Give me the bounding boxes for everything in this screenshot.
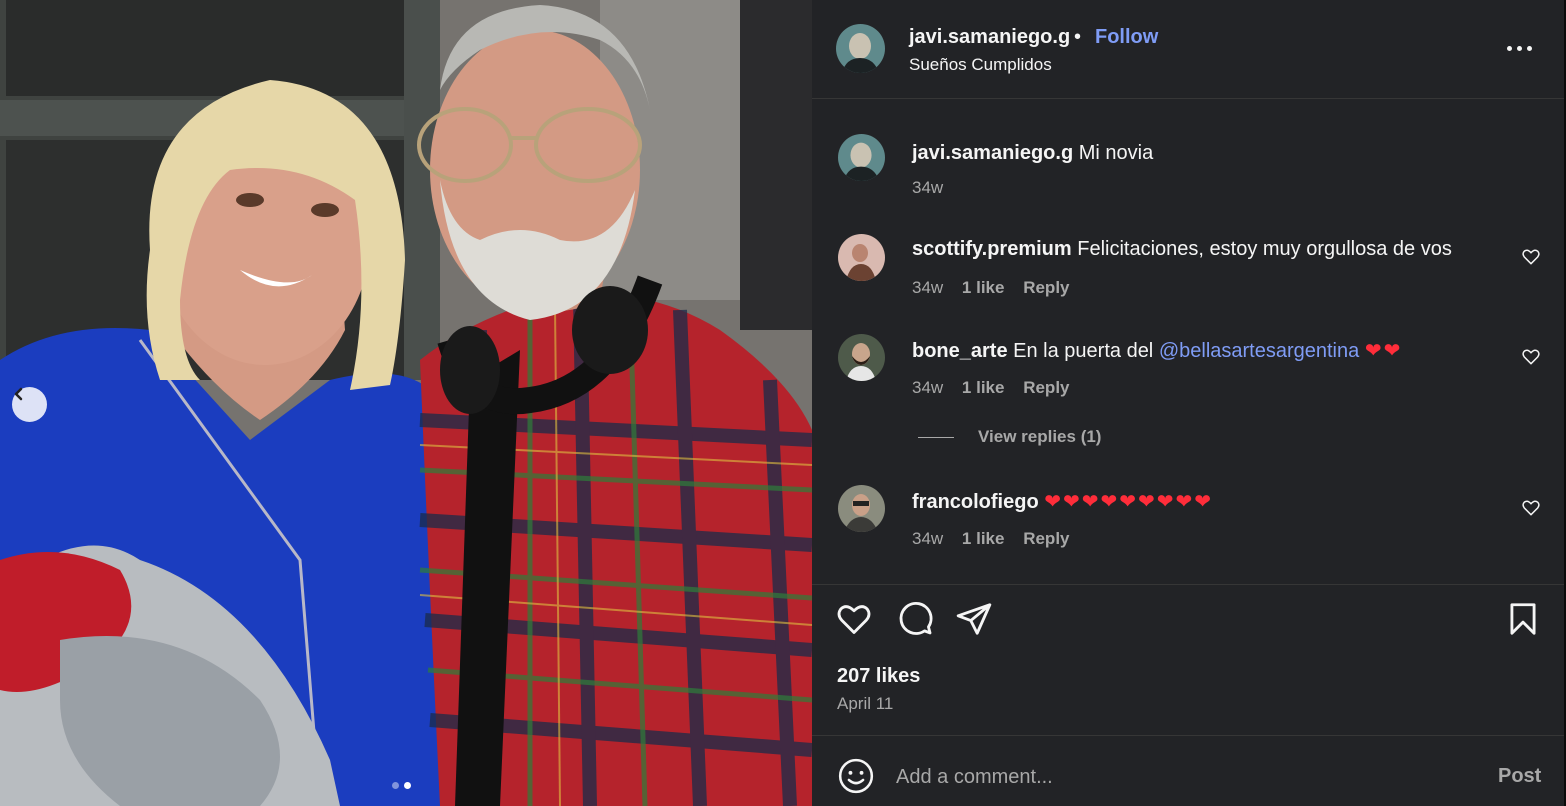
commenter-avatar[interactable] xyxy=(838,334,885,381)
heart-icon[interactable] xyxy=(835,600,873,638)
comment-text: bone_arte En la puerta del @bellasartesa… xyxy=(912,338,1402,363)
post-details-panel: javi.samaniego.g • Follow Sueños Cumplid… xyxy=(812,0,1564,806)
comment-like-heart-icon[interactable] xyxy=(1521,498,1541,518)
reply-button[interactable]: Reply xyxy=(1023,378,1069,397)
carousel-dot-active xyxy=(404,782,411,789)
post-subtitle[interactable]: Sueños Cumplidos xyxy=(909,55,1052,75)
post-date[interactable]: April 11 xyxy=(837,694,893,714)
comment-text: scottify.premium Felicitaciones, estoy m… xyxy=(912,238,1452,261)
comment-time[interactable]: 34w xyxy=(912,529,943,548)
more-dot xyxy=(1517,46,1522,51)
comment-bubble-icon[interactable] xyxy=(896,600,934,638)
comment-meta: 34w 1 like Reply xyxy=(912,378,1084,398)
comment-text: francolofiego ❤❤❤❤❤❤❤❤❤ xyxy=(912,489,1213,514)
comment-time[interactable]: 34w xyxy=(912,278,943,297)
post-actions xyxy=(812,598,1564,642)
post-image xyxy=(0,0,812,806)
post-header: javi.samaniego.g • Follow Sueños Cumplid… xyxy=(812,0,1564,98)
caption-body: Mi novia xyxy=(1078,142,1154,164)
actions-divider xyxy=(812,584,1564,585)
comment-like-heart-icon[interactable] xyxy=(1521,347,1541,367)
more-options-button[interactable] xyxy=(1507,38,1533,58)
chevron-left-icon xyxy=(14,387,23,401)
caption-time[interactable]: 34w xyxy=(912,178,943,197)
reply-button[interactable]: Reply xyxy=(1023,278,1069,297)
carousel-indicator xyxy=(392,782,411,789)
share-paper-plane-icon[interactable] xyxy=(955,600,993,638)
post-photo[interactable] xyxy=(0,0,812,806)
comment-body: Felicitaciones, estoy muy orgullosa de v… xyxy=(1077,238,1452,260)
author-username[interactable]: javi.samaniego.g xyxy=(909,26,1070,49)
caption-avatar[interactable] xyxy=(838,134,885,181)
comment-meta: 34w 1 like Reply xyxy=(912,278,1084,298)
post-comment-button[interactable]: Post xyxy=(1498,765,1541,788)
more-dot xyxy=(1527,46,1532,51)
comment-like-heart-icon[interactable] xyxy=(1521,247,1541,267)
commenter-username[interactable]: scottify.premium xyxy=(912,238,1072,260)
caption-username[interactable]: javi.samaniego.g xyxy=(912,142,1073,164)
likes-count[interactable]: 207 likes xyxy=(837,665,920,688)
emoji-smile-icon[interactable] xyxy=(837,757,875,795)
carousel-dot xyxy=(392,782,399,789)
author-avatar[interactable] xyxy=(836,24,885,73)
comment-input[interactable] xyxy=(896,762,1476,792)
header-divider xyxy=(812,98,1564,99)
comment-likes[interactable]: 1 like xyxy=(962,278,1005,297)
heart-emoji: ❤❤❤❤❤❤❤❤❤ xyxy=(1044,491,1214,513)
comment-body: En la puerta del xyxy=(1013,340,1154,362)
follow-button[interactable]: Follow xyxy=(1095,26,1158,49)
commenter-avatar[interactable] xyxy=(838,234,885,281)
commenter-username[interactable]: francolofiego xyxy=(912,491,1039,513)
more-options-icon xyxy=(1507,46,1512,51)
view-replies-label: View replies (1) xyxy=(978,427,1102,446)
heart-emoji: ❤❤ xyxy=(1364,340,1403,362)
header-separator: • xyxy=(1074,26,1082,48)
view-replies-button[interactable]: View replies (1) xyxy=(918,427,1101,447)
comment-likes[interactable]: 1 like xyxy=(962,529,1005,548)
carousel-prev-button[interactable] xyxy=(12,387,47,422)
reply-button[interactable]: Reply xyxy=(1023,529,1069,548)
comment-meta: 34w 1 like Reply xyxy=(912,529,1084,549)
comment-time[interactable]: 34w xyxy=(912,378,943,397)
caption-meta: 34w xyxy=(912,178,957,198)
caption-text: javi.samaniego.g Mi novia xyxy=(912,142,1153,165)
bookmark-icon[interactable] xyxy=(1504,600,1542,638)
comment-mention-link[interactable]: @bellasartesargentina xyxy=(1159,340,1359,362)
comment-composer: Post xyxy=(812,748,1564,806)
composer-divider xyxy=(812,735,1564,736)
commenter-username[interactable]: bone_arte xyxy=(912,340,1008,362)
comment-likes[interactable]: 1 like xyxy=(962,378,1005,397)
replies-line xyxy=(918,436,954,438)
commenter-avatar[interactable] xyxy=(838,485,885,532)
